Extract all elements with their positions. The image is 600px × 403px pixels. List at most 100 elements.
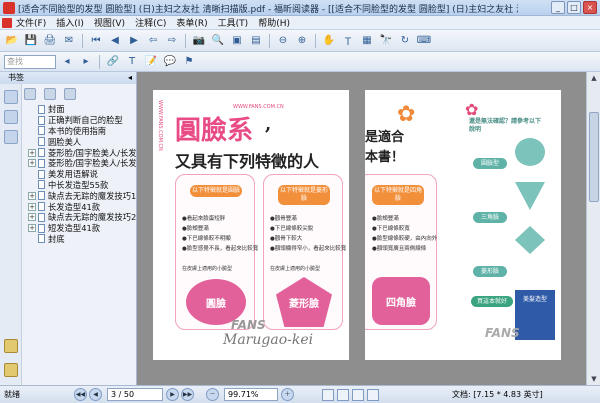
bookmark-item[interactable]: 美发用语解说: [28, 169, 136, 180]
select-text-icon[interactable]: Ｔ: [340, 33, 356, 49]
prev-page-button[interactable]: ◀: [89, 388, 102, 401]
bookmark-label: 正确判断自己的脸型: [48, 115, 123, 126]
rotate-icon[interactable]: ↻: [397, 33, 413, 49]
comment-icon[interactable]: 💬: [162, 54, 178, 70]
note-icon[interactable]: 📝: [143, 54, 159, 70]
single-page-icon[interactable]: [322, 388, 334, 401]
find-icon[interactable]: 🔭: [378, 33, 394, 49]
continuous-facing-icon[interactable]: [367, 388, 379, 401]
menu-insert[interactable]: 插入(I): [56, 16, 84, 29]
bookmark-item[interactable]: 中长发造型55款: [28, 180, 136, 191]
status-bar: 就绪 ◀◀ ◀ 3 / 50 ▶ ▶▶ － 99.71% ＋ 文档: [7.15…: [0, 385, 600, 403]
open-icon[interactable]: 📂: [4, 33, 20, 49]
fit-page-icon[interactable]: ▣: [229, 33, 245, 49]
select-image-icon[interactable]: ▦: [359, 33, 375, 49]
comments-tab-icon[interactable]: [4, 339, 18, 353]
delete-bookmark-icon[interactable]: [44, 88, 56, 100]
print-icon[interactable]: 🖨: [42, 33, 58, 49]
zoom-out-button[interactable]: －: [206, 388, 219, 401]
bookmarks-tab-icon[interactable]: [4, 90, 18, 104]
expand-toggle-icon[interactable]: +: [28, 191, 36, 200]
minimize-button[interactable]: _: [551, 1, 565, 14]
search-prev-icon[interactable]: ◂: [59, 54, 75, 70]
fit-width-icon[interactable]: ▤: [248, 33, 264, 49]
expand-bookmark-icon[interactable]: [24, 88, 36, 100]
bookmark-item[interactable]: + 长发造型41款: [28, 201, 136, 212]
zoom-tool-icon[interactable]: 🔍: [210, 33, 226, 49]
expand-toggle-icon[interactable]: +: [28, 148, 36, 157]
book-badge: 美髮造型: [522, 296, 547, 303]
attachments-tab-icon[interactable]: [4, 363, 18, 377]
bookmark-item[interactable]: + 缺点去无踪的魔发技巧1: [28, 190, 136, 201]
expand-toggle-icon[interactable]: +: [28, 159, 36, 168]
menu-tools[interactable]: 工具(T): [218, 16, 249, 29]
first-page-icon[interactable]: ⏮: [88, 33, 104, 49]
page-number-field[interactable]: 3 / 50: [107, 388, 163, 401]
maximize-button[interactable]: □: [567, 1, 581, 14]
last-page-button[interactable]: ▶▶: [181, 388, 194, 401]
bookmark-item[interactable]: + 菱形脸/国字脸美人/长发: [28, 158, 136, 169]
diamond-face-tag: 以下特徵就是菱形臉: [278, 185, 330, 205]
back-icon[interactable]: ⇦: [145, 33, 161, 49]
zoom-in-button[interactable]: ＋: [281, 388, 294, 401]
bookmark-label: 封面: [48, 104, 65, 115]
text-box-icon[interactable]: T: [124, 54, 140, 70]
next-page-icon[interactable]: ▶: [126, 33, 142, 49]
typewriter-icon[interactable]: ⌨: [416, 33, 432, 49]
diamond-face-card: 以下特徵就是菱形臉 ●顴骨豐滿 ●下巴線條較尖銳 ●顴骨下較大 ●額頭顯得窄小，…: [263, 174, 346, 330]
menu-help[interactable]: 帮助(H): [258, 16, 290, 29]
zoom-in-icon[interactable]: ⊕: [294, 33, 310, 49]
vertical-scrollbar[interactable]: ▲ ▼: [586, 72, 600, 385]
document-viewer[interactable]: WWW.FANS.COM.CN WWW.FANS.COM.CN 圓臉系 , 又具…: [137, 72, 600, 385]
new-bookmark-icon[interactable]: [64, 88, 76, 100]
prev-page-icon[interactable]: ◀: [107, 33, 123, 49]
zoom-out-icon[interactable]: ⊖: [275, 33, 291, 49]
bookmark-item[interactable]: + 缺点去无踪的魔发技巧2: [28, 212, 136, 223]
link-icon[interactable]: 🔗: [105, 54, 121, 70]
search-next-icon[interactable]: ▸: [78, 54, 94, 70]
forward-icon[interactable]: ⇨: [164, 33, 180, 49]
first-page-button[interactable]: ◀◀: [74, 388, 87, 401]
scroll-thumb[interactable]: [589, 112, 599, 202]
snapshot-icon[interactable]: 📷: [191, 33, 207, 49]
menu-form[interactable]: 表单(R): [176, 16, 207, 29]
menu-view[interactable]: 视图(V): [94, 16, 125, 29]
search-input[interactable]: 查找: [4, 54, 56, 69]
side-label-diamond: 菱形臉: [473, 266, 507, 277]
left-page-title: 圓臉系: [175, 116, 254, 146]
zoom-field[interactable]: 99.71%: [224, 388, 278, 401]
continuous-icon[interactable]: [337, 388, 349, 401]
expand-toggle-icon[interactable]: +: [28, 202, 36, 211]
expand-toggle-icon[interactable]: +: [28, 224, 36, 233]
bookmark-label: 缺点去无踪的魔发技巧2: [48, 212, 136, 223]
close-button[interactable]: ×: [583, 1, 597, 14]
side-label-round: 圓臉型: [473, 158, 507, 169]
page-url: WWW.FANS.COM.CN: [157, 100, 163, 151]
bookmark-page-icon: [38, 115, 45, 125]
bookmark-item[interactable]: 封底: [28, 234, 136, 245]
collapse-panel-icon[interactable]: ◂: [128, 72, 132, 84]
email-icon[interactable]: ✉: [61, 33, 77, 49]
bookmark-page-icon: [38, 169, 45, 179]
hand-tool-icon[interactable]: ✋: [321, 33, 337, 49]
bookmark-item[interactable]: + 短发造型41款: [28, 223, 136, 234]
bookmark-item[interactable]: 圆脸美人: [28, 136, 136, 147]
menu-file[interactable]: 文件(F): [16, 16, 46, 29]
scroll-up-icon[interactable]: ▲: [588, 72, 600, 84]
facing-icon[interactable]: [352, 388, 364, 401]
bullet: ●下巴線條較寬: [372, 226, 410, 232]
bullet: ●臉型感覺不長，看起來比較寬: [182, 246, 259, 252]
menu-comment[interactable]: 注释(C): [135, 16, 166, 29]
bookmark-item[interactable]: 本书的使用指南: [28, 126, 136, 137]
expand-toggle-icon[interactable]: +: [28, 213, 36, 222]
pages-tab-icon[interactable]: [4, 110, 18, 124]
bookmark-item[interactable]: 封面: [28, 104, 136, 115]
bookmark-item[interactable]: + 菱形脸/国字脸美人/长发: [28, 147, 136, 158]
save-icon[interactable]: 💾: [23, 33, 39, 49]
scroll-down-icon[interactable]: ▼: [588, 373, 600, 385]
layers-tab-icon[interactable]: [4, 130, 18, 144]
next-page-button[interactable]: ▶: [166, 388, 179, 401]
flag-icon[interactable]: ⚑: [181, 54, 197, 70]
bookmark-item[interactable]: 正确判断自己的脸型: [28, 115, 136, 126]
bookmarks-title: 书签: [8, 73, 24, 82]
